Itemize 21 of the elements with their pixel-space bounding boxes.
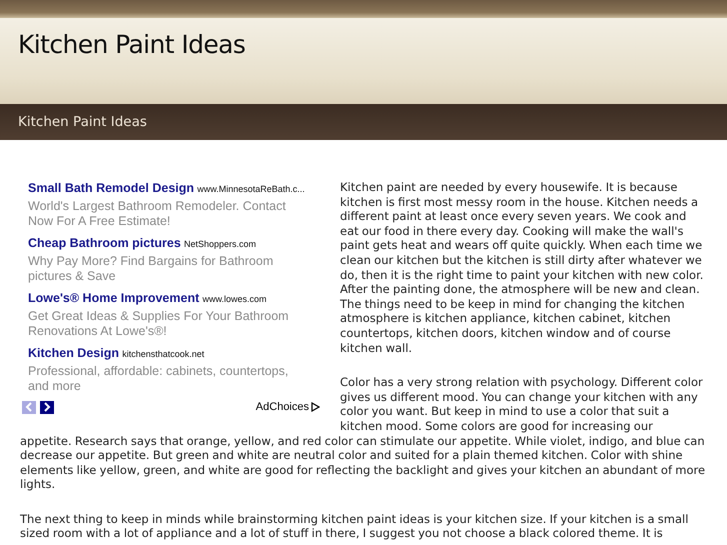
ad-url: NetShoppers.com: [184, 239, 256, 249]
ad-description: World's Largest Bathroom Remodeler. Contact Now For A Free Estimate!: [28, 199, 287, 229]
ad-description: Get Great Ideas & Supplies For Your Bathroom Renovations At Lowe's®!: [28, 309, 290, 339]
ad-description: Why Pay More? Find Bargains for Bathroom pictures & Save: [28, 254, 274, 284]
ad-description: Professional, affordable: cabinets, countertops, and more: [28, 364, 290, 394]
ad-link[interactable]: Lowe's® Home Improvement: [28, 291, 200, 305]
ad-link[interactable]: Cheap Bathroom pictures: [28, 236, 181, 250]
play-icon: [311, 402, 320, 412]
nav-link[interactable]: Kitchen Paint Ideas: [18, 114, 147, 130]
article-paragraph: The next thing to keep in minds while brainstorming kitchen paint ideas is your kitchen size. If your kitchen is a small sized room with a lot of appliance and a lot of stuff in there, I suggest you not choose a black colored theme. It is: [20, 512, 690, 542]
site-title: Kitchen Paint Ideas: [18, 30, 246, 59]
ad-link[interactable]: Kitchen Design: [28, 346, 119, 360]
adchoices-link[interactable]: AdChoices: [256, 400, 309, 415]
article-paragraph: appetite. Research says that orange, yellow, and red color can stimulate our appetite. While violet, indigo, and blue can decrease our appetite. But green and white are neutral color and suited for a plain themed kitchen. Color with shine elements like yellow, green, and white are good for reflecting the backlight and gives your kitchen an abundant of more lights.: [20, 434, 706, 492]
article-paragraph: Color has a very strong relation with psychology. Different color gives us different mood. You can change your kitchen with any color you want. But keep in mind to use a color that suit a kitchen mood. Some colors are good for increasing our: [340, 375, 704, 434]
ad-link[interactable]: Small Bath Remodel Design: [28, 181, 194, 195]
article-paragraph: Kitchen paint are needed by every housewife. It is because kitchen is first most messy room in the house. Kitchen needs a different paint at least once every seven years. We cook and eat our food in there every day. Cooking will make the wall's paint gets heat and wears off quite quickly. When each time we clean our kitchen but the kitchen is still dirty after whatever we do, then it is the right time to paint your kitchen with new color. After the painting done, the atmosphere will be new and clean. The things need to be keep in mind for changing the kitchen atmosphere is kitchen appliance, kitchen cabinet, kitchen countertops, kitchen doors, kitchen window and of course kitchen wall.: [340, 180, 704, 356]
ad-url: www.MinnesotaReBath.c...: [197, 184, 305, 194]
next-button[interactable]: [40, 400, 54, 414]
ad-url: www.lowes.com: [202, 294, 266, 304]
ad-url: kitchensthatcook.net: [122, 349, 204, 359]
